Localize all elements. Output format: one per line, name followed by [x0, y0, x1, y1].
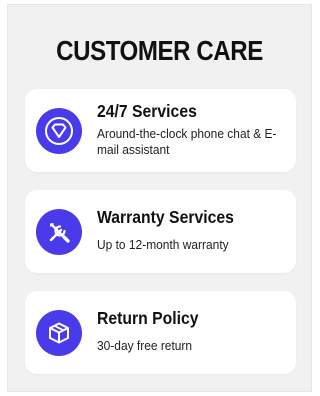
card-title: Return Policy [97, 308, 199, 328]
box-icon [36, 309, 82, 356]
card-description: Around-the-clock phone chat & E-mail ass… [97, 126, 277, 157]
card-description: 30-day free return [97, 338, 193, 353]
service-card-24-7: 24/7 Services Around-the-clock phone cha… [25, 89, 296, 172]
service-card-return-policy: Return Policy 30-day free return [25, 291, 296, 374]
card-title: 24/7 Services [97, 101, 197, 121]
service-card-warranty: Warranty Services Up to 12-month warrant… [25, 190, 296, 273]
tools-icon [36, 208, 82, 255]
diamond-icon [36, 107, 82, 154]
page-title: CUSTOMER CARE [56, 35, 263, 66]
card-description: Up to 12-month warranty [97, 237, 229, 252]
customer-care-panel: CUSTOMER CARE 24/7 Services Around-the-c… [7, 4, 312, 392]
card-title: Warranty Services [97, 207, 234, 227]
